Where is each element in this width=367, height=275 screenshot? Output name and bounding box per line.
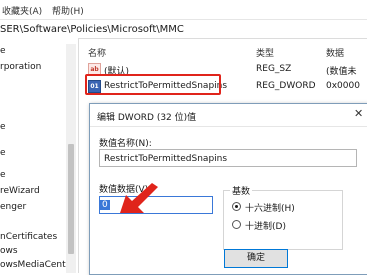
column-header-name[interactable]: 名称 [88, 46, 106, 59]
value-data: 0x0000 [326, 81, 360, 91]
ok-button[interactable]: 确定 [224, 249, 288, 268]
value-type: REG_SZ [256, 64, 292, 74]
tree-node[interactable]: enger [0, 202, 26, 212]
tree-node[interactable]: reWizard [0, 186, 40, 196]
tree-node[interactable]: e [0, 46, 6, 56]
arrow-shape [120, 183, 158, 213]
scrollbar-thumb[interactable] [68, 144, 74, 254]
address-path: SER\Software\Policies\Microsoft\MMC [0, 24, 184, 35]
tree-node[interactable]: e [0, 170, 6, 180]
dialog-title: 编辑 DWORD (32 位)值 [97, 113, 197, 123]
radio-hex-label[interactable]: 十六进制(H) [245, 201, 295, 214]
radio-decimal-label[interactable]: 十进制(D) [245, 219, 286, 232]
base-label: 基数 [230, 184, 253, 197]
menu-help[interactable]: 帮助(H) [52, 4, 84, 17]
value-type: REG_DWORD [256, 81, 316, 91]
tree-node[interactable]: nCertificates [0, 232, 57, 242]
address-bar[interactable]: SER\Software\Policies\Microsoft\MMC [0, 19, 367, 39]
radio-hex[interactable] [232, 202, 241, 211]
close-icon[interactable]: ✕ [354, 107, 363, 120]
column-header-data[interactable]: 数据 [326, 46, 344, 59]
tree-node[interactable]: owsMediaCenter [0, 260, 75, 270]
tree-node[interactable]: rporation [0, 62, 41, 72]
tree-node[interactable]: ows [0, 246, 18, 256]
menu-bar: 收藏夹(A) 帮助(H) [0, 0, 367, 18]
column-header-type[interactable]: 类型 [256, 46, 274, 59]
tree-node[interactable]: e [0, 122, 6, 132]
annotation-highlight-box [85, 74, 221, 95]
tree-node[interactable]: e [0, 148, 6, 158]
menu-favorites[interactable]: 收藏夹(A) [2, 4, 42, 17]
tree-scrollbar[interactable] [66, 44, 76, 273]
dialog-titlebar: 编辑 DWORD (32 位)值 ✕ [90, 104, 367, 127]
value-data: (数值未 [326, 67, 357, 77]
annotation-arrow [120, 183, 158, 213]
radio-decimal[interactable] [232, 220, 241, 229]
